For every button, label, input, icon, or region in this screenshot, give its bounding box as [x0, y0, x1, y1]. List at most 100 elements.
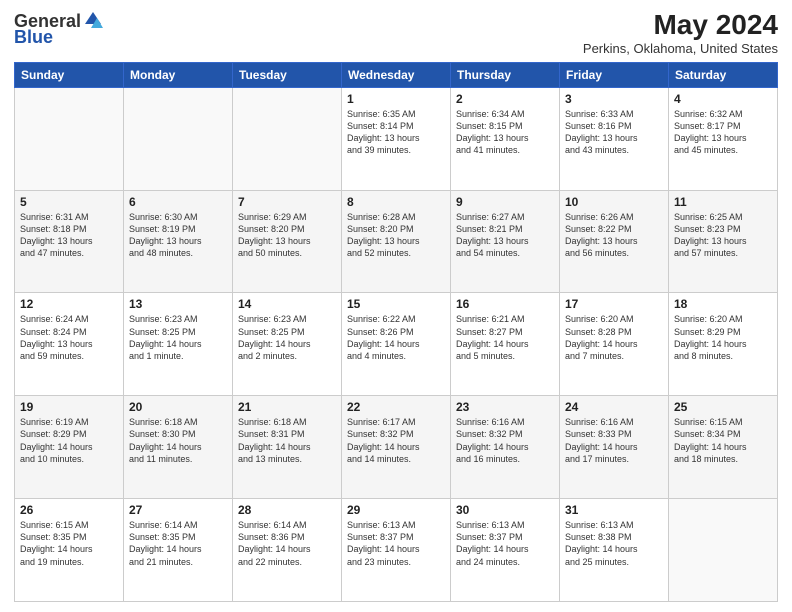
logo-icon: [83, 10, 103, 30]
location: Perkins, Oklahoma, United States: [583, 41, 778, 56]
day-number: 30: [456, 503, 554, 517]
day-number: 29: [347, 503, 445, 517]
day-info: Sunrise: 6:33 AM Sunset: 8:16 PM Dayligh…: [565, 108, 663, 157]
calendar-cell: 18 Sunrise: 6:20 AM Sunset: 8:29 PM Dayli…: [669, 293, 778, 396]
calendar-cell: 25Sunrise: 6:15 AM Sunset: 8:34 PM Dayli…: [669, 396, 778, 499]
day-info: Sunrise: 6:15 AM Sunset: 8:34 PM Dayligh…: [674, 416, 772, 465]
day-number: 19: [20, 400, 118, 414]
calendar-cell: 12 Sunrise: 6:24 AM Sunset: 8:24 PM Dayli…: [15, 293, 124, 396]
day-number: 10: [565, 195, 663, 209]
day-number: 28: [238, 503, 336, 517]
calendar-week-row: 26Sunrise: 6:15 AM Sunset: 8:35 PM Dayli…: [15, 499, 778, 602]
calendar-header-tuesday: Tuesday: [233, 62, 342, 87]
day-info: Sunrise: 6:14 AM Sunset: 8:36 PM Dayligh…: [238, 519, 336, 568]
day-number: 21: [238, 400, 336, 414]
calendar-cell: 17 Sunrise: 6:20 AM Sunset: 8:28 PM Dayli…: [560, 293, 669, 396]
calendar-cell: 14Sunrise: 6:23 AM Sunset: 8:25 PM Dayli…: [233, 293, 342, 396]
calendar-cell: 23Sunrise: 6:16 AM Sunset: 8:32 PM Dayli…: [451, 396, 560, 499]
calendar-cell: 8 Sunrise: 6:28 AM Sunset: 8:20 PM Daylig…: [342, 190, 451, 293]
day-number: 31: [565, 503, 663, 517]
calendar-table: SundayMondayTuesdayWednesdayThursdayFrid…: [14, 62, 778, 602]
day-info: Sunrise: 6:16 AM Sunset: 8:33 PM Dayligh…: [565, 416, 663, 465]
day-info: Sunrise: 6:23 AM Sunset: 8:25 PM Dayligh…: [129, 313, 227, 362]
day-info: Sunrise: 6:27 AM Sunset: 8:21 PM Dayligh…: [456, 211, 554, 260]
calendar-header-sunday: Sunday: [15, 62, 124, 87]
calendar-cell: 11Sunrise: 6:25 AM Sunset: 8:23 PM Dayli…: [669, 190, 778, 293]
calendar-cell: 13 Sunrise: 6:23 AM Sunset: 8:25 PM Dayli…: [124, 293, 233, 396]
calendar-cell: 20 Sunrise: 6:18 AM Sunset: 8:30 PM Dayli…: [124, 396, 233, 499]
calendar-header-wednesday: Wednesday: [342, 62, 451, 87]
day-info: Sunrise: 6:28 AM Sunset: 8:20 PM Dayligh…: [347, 211, 445, 260]
day-info: Sunrise: 6:25 AM Sunset: 8:23 PM Dayligh…: [674, 211, 772, 260]
day-info: Sunrise: 6:18 AM Sunset: 8:30 PM Dayligh…: [129, 416, 227, 465]
calendar-cell: 19 Sunrise: 6:19 AM Sunset: 8:29 PM Dayli…: [15, 396, 124, 499]
calendar-header-monday: Monday: [124, 62, 233, 87]
calendar-cell: 15Sunrise: 6:22 AM Sunset: 8:26 PM Dayli…: [342, 293, 451, 396]
calendar-header-friday: Friday: [560, 62, 669, 87]
day-info: Sunrise: 6:20 AM Sunset: 8:28 PM Dayligh…: [565, 313, 663, 362]
day-number: 20: [129, 400, 227, 414]
calendar-cell: 3 Sunrise: 6:33 AM Sunset: 8:16 PM Daylig…: [560, 87, 669, 190]
day-number: 1: [347, 92, 445, 106]
day-info: Sunrise: 6:20 AM Sunset: 8:29 PM Dayligh…: [674, 313, 772, 362]
day-number: 4: [674, 92, 772, 106]
day-number: 16: [456, 297, 554, 311]
calendar-cell: 4 Sunrise: 6:32 AM Sunset: 8:17 PM Daylig…: [669, 87, 778, 190]
calendar-cell: [15, 87, 124, 190]
day-info: Sunrise: 6:30 AM Sunset: 8:19 PM Dayligh…: [129, 211, 227, 260]
month-year: May 2024: [583, 10, 778, 41]
day-number: 15: [347, 297, 445, 311]
logo-blue: Blue: [14, 28, 53, 46]
page: General Blue May 2024 Perkins, Oklahoma,…: [0, 0, 792, 612]
day-info: Sunrise: 6:13 AM Sunset: 8:37 PM Dayligh…: [347, 519, 445, 568]
day-info: Sunrise: 6:18 AM Sunset: 8:31 PM Dayligh…: [238, 416, 336, 465]
day-number: 5: [20, 195, 118, 209]
day-info: Sunrise: 6:23 AM Sunset: 8:25 PM Dayligh…: [238, 313, 336, 362]
title-block: May 2024 Perkins, Oklahoma, United State…: [583, 10, 778, 56]
calendar-cell: 10Sunrise: 6:26 AM Sunset: 8:22 PM Dayli…: [560, 190, 669, 293]
calendar-cell: 31Sunrise: 6:13 AM Sunset: 8:38 PM Dayli…: [560, 499, 669, 602]
calendar-cell: 21 Sunrise: 6:18 AM Sunset: 8:31 PM Dayli…: [233, 396, 342, 499]
calendar-cell: 24Sunrise: 6:16 AM Sunset: 8:33 PM Dayli…: [560, 396, 669, 499]
day-info: Sunrise: 6:24 AM Sunset: 8:24 PM Dayligh…: [20, 313, 118, 362]
logo: General Blue: [14, 10, 103, 46]
day-number: 22: [347, 400, 445, 414]
day-info: Sunrise: 6:17 AM Sunset: 8:32 PM Dayligh…: [347, 416, 445, 465]
day-number: 7: [238, 195, 336, 209]
calendar-week-row: 19 Sunrise: 6:19 AM Sunset: 8:29 PM Dayli…: [15, 396, 778, 499]
day-info: Sunrise: 6:35 AM Sunset: 8:14 PM Dayligh…: [347, 108, 445, 157]
day-number: 3: [565, 92, 663, 106]
calendar-week-row: 1 Sunrise: 6:35 AM Sunset: 8:14 PM Daylig…: [15, 87, 778, 190]
calendar-cell: [233, 87, 342, 190]
day-info: Sunrise: 6:31 AM Sunset: 8:18 PM Dayligh…: [20, 211, 118, 260]
calendar-cell: 7 Sunrise: 6:29 AM Sunset: 8:20 PM Daylig…: [233, 190, 342, 293]
day-number: 17: [565, 297, 663, 311]
calendar-cell: 27Sunrise: 6:14 AM Sunset: 8:35 PM Dayli…: [124, 499, 233, 602]
day-info: Sunrise: 6:21 AM Sunset: 8:27 PM Dayligh…: [456, 313, 554, 362]
calendar-cell: 28 Sunrise: 6:14 AM Sunset: 8:36 PM Dayli…: [233, 499, 342, 602]
day-number: 2: [456, 92, 554, 106]
calendar-cell: 5 Sunrise: 6:31 AM Sunset: 8:18 PM Daylig…: [15, 190, 124, 293]
day-info: Sunrise: 6:19 AM Sunset: 8:29 PM Dayligh…: [20, 416, 118, 465]
calendar-cell: 1 Sunrise: 6:35 AM Sunset: 8:14 PM Daylig…: [342, 87, 451, 190]
day-info: Sunrise: 6:29 AM Sunset: 8:20 PM Dayligh…: [238, 211, 336, 260]
day-info: Sunrise: 6:14 AM Sunset: 8:35 PM Dayligh…: [129, 519, 227, 568]
day-info: Sunrise: 6:16 AM Sunset: 8:32 PM Dayligh…: [456, 416, 554, 465]
day-number: 9: [456, 195, 554, 209]
calendar-cell: 2Sunrise: 6:34 AM Sunset: 8:15 PM Daylig…: [451, 87, 560, 190]
day-number: 6: [129, 195, 227, 209]
day-number: 18: [674, 297, 772, 311]
calendar-cell: [124, 87, 233, 190]
calendar-cell: 26Sunrise: 6:15 AM Sunset: 8:35 PM Dayli…: [15, 499, 124, 602]
day-info: Sunrise: 6:13 AM Sunset: 8:37 PM Dayligh…: [456, 519, 554, 568]
day-number: 8: [347, 195, 445, 209]
day-number: 26: [20, 503, 118, 517]
day-number: 12: [20, 297, 118, 311]
calendar-cell: 9 Sunrise: 6:27 AM Sunset: 8:21 PM Daylig…: [451, 190, 560, 293]
calendar-week-row: 5 Sunrise: 6:31 AM Sunset: 8:18 PM Daylig…: [15, 190, 778, 293]
day-info: Sunrise: 6:32 AM Sunset: 8:17 PM Dayligh…: [674, 108, 772, 157]
calendar-cell: 29 Sunrise: 6:13 AM Sunset: 8:37 PM Dayli…: [342, 499, 451, 602]
day-number: 13: [129, 297, 227, 311]
calendar-week-row: 12 Sunrise: 6:24 AM Sunset: 8:24 PM Dayli…: [15, 293, 778, 396]
calendar-header-row: SundayMondayTuesdayWednesdayThursdayFrid…: [15, 62, 778, 87]
